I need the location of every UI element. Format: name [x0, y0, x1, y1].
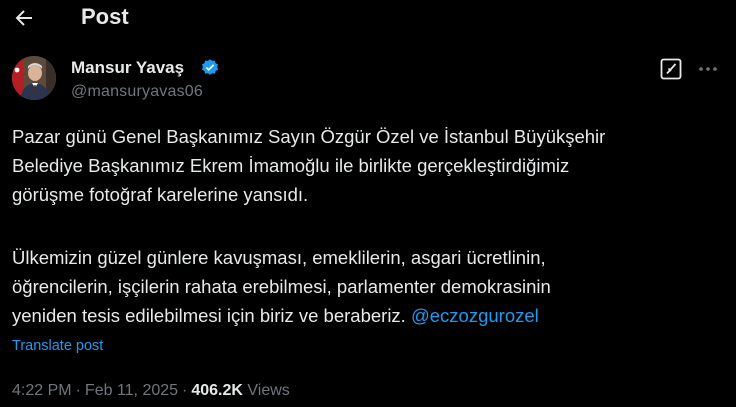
- more-horizontal-icon[interactable]: [696, 57, 720, 81]
- post-line: öğrencilerin, işçilerin rahata erebilmes…: [12, 276, 551, 297]
- arrow-left-icon[interactable]: [12, 6, 36, 30]
- post-date[interactable]: Feb 11, 2025: [85, 382, 178, 399]
- post-line: görüşme fotoğraf karelerine yansıdı.: [12, 184, 309, 205]
- translate-post-link[interactable]: Translate post: [12, 338, 103, 354]
- author-name[interactable]: Mansur Yavaş: [71, 58, 184, 78]
- views-label: Views: [247, 382, 290, 399]
- verified-badge-icon: [202, 59, 218, 75]
- post-text-paragraph-2: Ülkemizin güzel günlere kavuşması, emekl…: [12, 243, 724, 330]
- page-header: Post: [0, 0, 736, 36]
- post-line: Belediye Başkanımız Ekrem İmamoğlu ile b…: [12, 155, 570, 176]
- avatar[interactable]: [12, 56, 56, 100]
- post-line: Pazar günü Genel Başkanımız Sayın Özgür …: [12, 126, 606, 147]
- post-time[interactable]: 4:22 PM: [12, 382, 72, 399]
- post-line: Ülkemizin güzel günlere kavuşması, emekl…: [12, 247, 546, 268]
- post-text-paragraph-1: Pazar günü Genel Başkanımız Sayın Özgür …: [12, 122, 724, 209]
- author-handle[interactable]: @mansuryavas06: [71, 83, 203, 101]
- meta-separator: ·: [75, 382, 81, 399]
- page-title: Post: [81, 4, 129, 29]
- mention-link[interactable]: @eczozgurozel: [411, 305, 539, 326]
- avatar-image: [12, 56, 56, 100]
- meta-separator: ·: [182, 382, 188, 399]
- post-line-last: yeniden tesis edilebilmesi için biriz ve…: [12, 301, 724, 330]
- post-meta: 4:22 PM · Feb 11, 2025 · 406.2K Views: [12, 382, 290, 400]
- views-count: 406.2K: [191, 382, 243, 399]
- post-line-text: yeniden tesis edilebilmesi için biriz ve…: [12, 305, 406, 326]
- grok-icon[interactable]: [659, 57, 683, 81]
